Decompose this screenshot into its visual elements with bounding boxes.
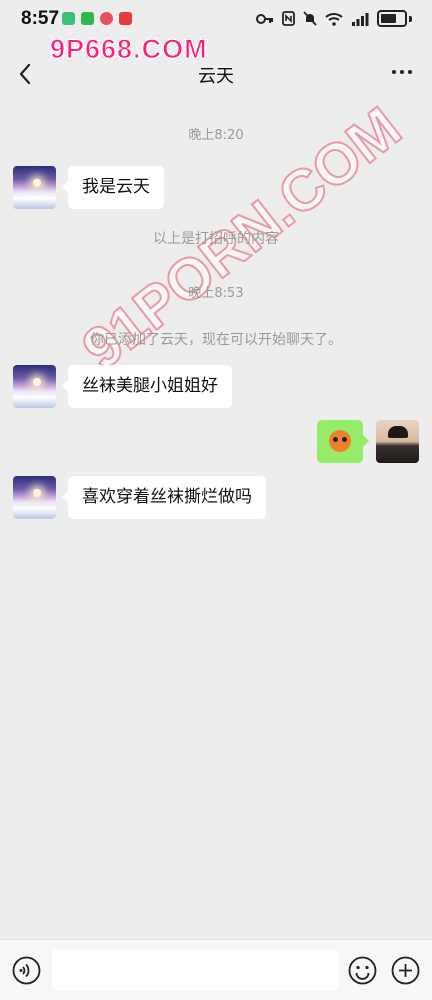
self-avatar[interactable] <box>376 420 419 463</box>
input-bar <box>0 939 432 1000</box>
message-input[interactable] <box>52 949 338 991</box>
mute-icon <box>303 11 317 26</box>
voice-button[interactable] <box>12 956 41 989</box>
message-bubble[interactable]: 喜欢穿着丝袜撕烂做吗 <box>62 476 266 519</box>
notification-icons <box>62 12 132 25</box>
wifi-icon <box>325 12 343 26</box>
plus-icon <box>391 956 420 985</box>
system-icons <box>256 10 412 27</box>
key-icon <box>256 13 273 24</box>
timestamp: 晚上8:20 <box>188 128 244 143</box>
more-dots-icon <box>392 70 396 74</box>
plus-button[interactable] <box>391 956 420 989</box>
greeting-note: 以上是打招呼的内容 <box>153 231 279 247</box>
contact-avatar[interactable] <box>13 476 56 519</box>
contact-avatar[interactable] <box>13 166 56 209</box>
app-notification-icon <box>119 12 132 25</box>
message-bubble[interactable]: 我是云天 <box>62 166 164 209</box>
battery-icon <box>377 10 407 27</box>
sticker-emoji-icon <box>329 430 351 452</box>
self-sticker-bubble[interactable] <box>317 420 369 463</box>
added-friend-note: 你已添加了云天，现在可以开始聊天了。 <box>90 332 342 348</box>
contact-avatar[interactable] <box>13 365 56 408</box>
nfc-icon <box>282 11 295 26</box>
app-notification-icon <box>100 12 113 25</box>
emoji-icon <box>348 956 377 985</box>
status-time: 8:57 <box>21 8 60 29</box>
message-bubble[interactable]: 丝袜美腿小姐姐好 <box>62 365 232 408</box>
more-button[interactable] <box>392 70 412 74</box>
chat-header: 云天 <box>0 52 432 96</box>
chat-title: 云天 <box>198 66 234 87</box>
signal-icon <box>352 12 369 26</box>
voice-icon <box>12 956 41 985</box>
wechat-notification-icon <box>81 12 94 25</box>
timestamp: 晚上8:53 <box>188 286 244 301</box>
emoji-button[interactable] <box>348 956 377 989</box>
app-notification-icon <box>62 12 75 25</box>
